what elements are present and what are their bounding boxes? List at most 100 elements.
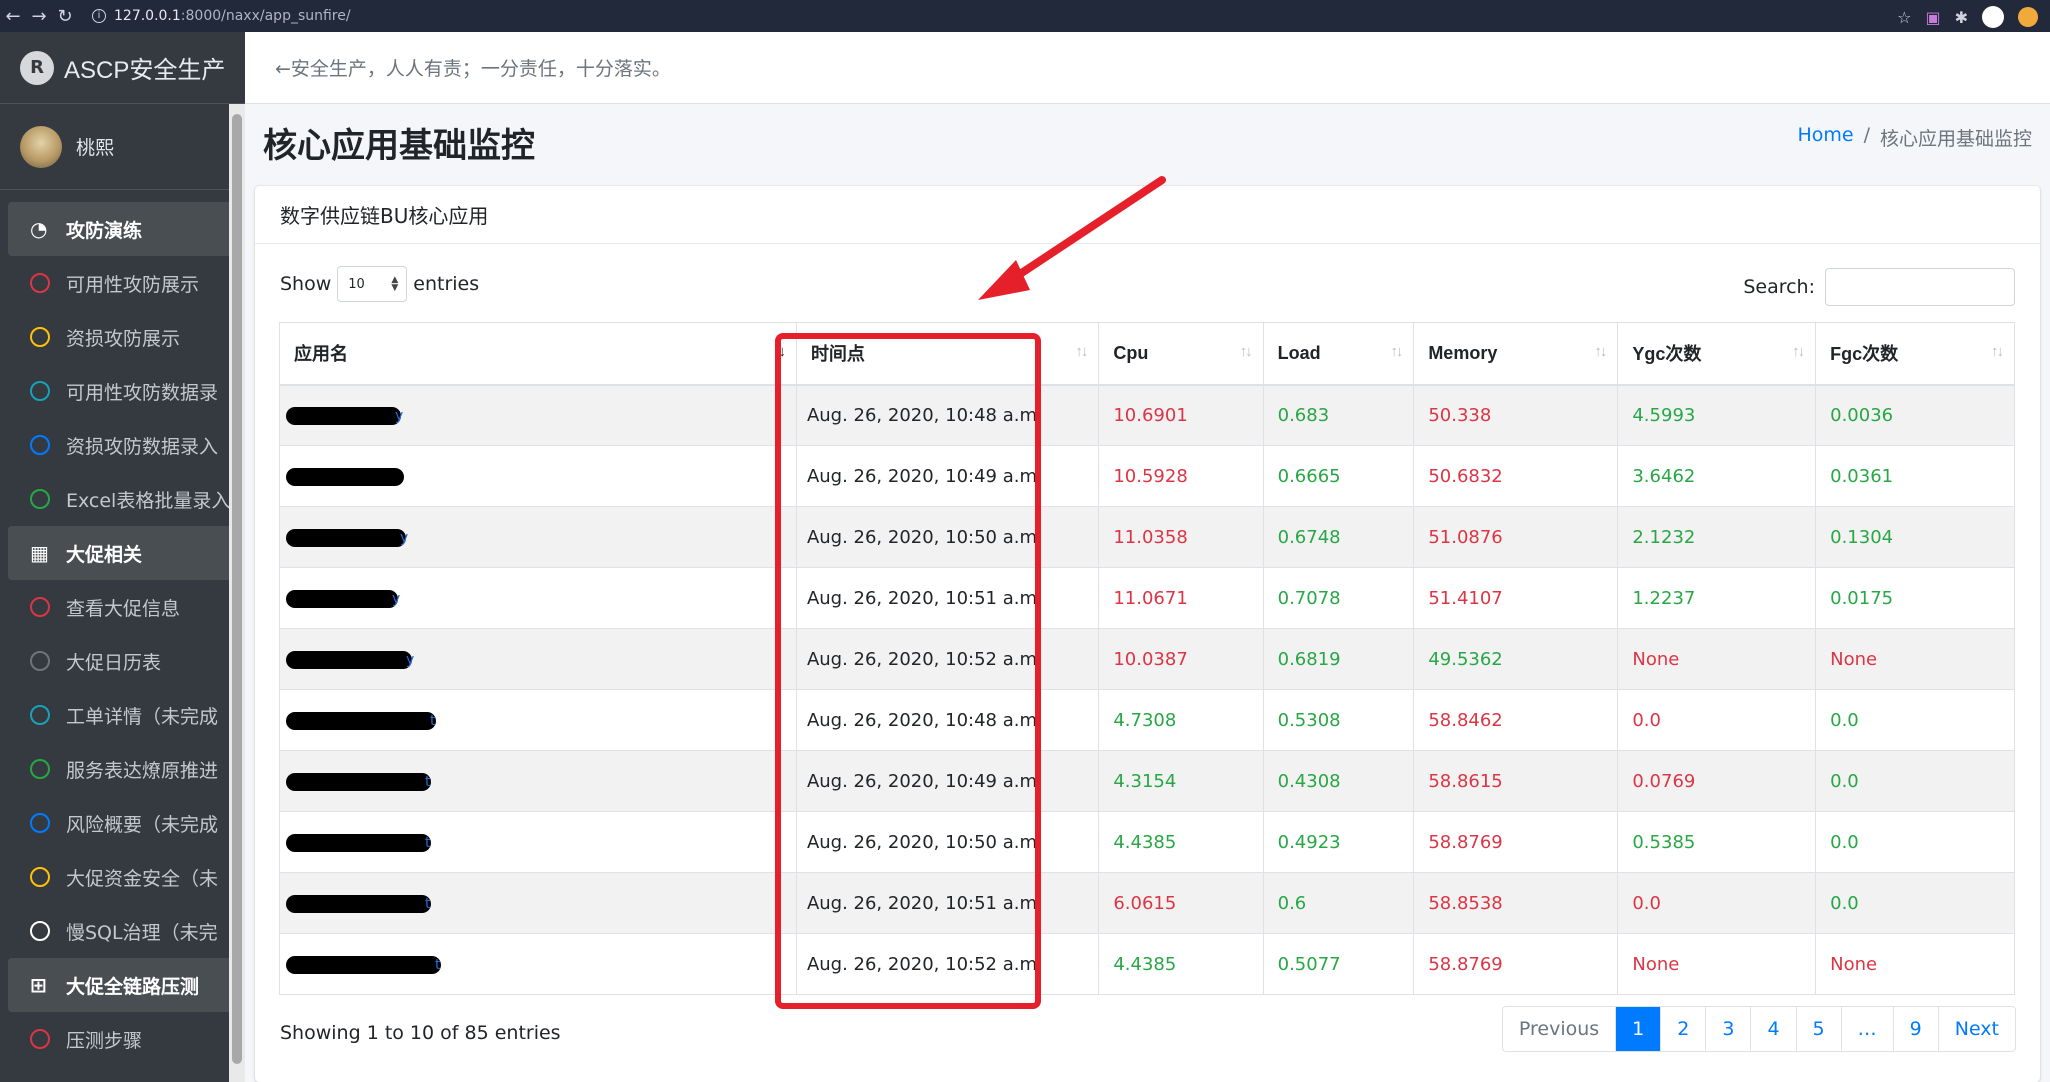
column-header-0[interactable]: 应用名 ↑↓ (279, 322, 797, 386)
app-name-link-tail[interactable]: t (425, 896, 431, 912)
pagination: Previous 1 2 3 4 5… 9 Next (1501, 1006, 2016, 1052)
pagination-page[interactable]: 5 (1795, 1007, 1841, 1051)
circle-icon (30, 921, 50, 941)
sidebar-item-15[interactable]: 压测步骤 (8, 1012, 237, 1066)
memory-cell: 49.5362 (1413, 628, 1619, 690)
redacted-app-name (286, 894, 431, 913)
address-bar[interactable]: i 127.0.0.1:8000/naxx/app_sunfire/ (92, 8, 351, 24)
table-row: y Aug. 26, 2020, 10:50 a.m. 11.0358 0.6748 5… (279, 506, 2015, 568)
time-cell: Aug. 26, 2020, 10:49 a.m. (795, 750, 1100, 812)
column-header-3[interactable]: Load ↑↓ (1262, 322, 1415, 386)
memory-cell: 58.8769 (1413, 811, 1619, 873)
sidebar-item-13[interactable]: 慢SQL治理（未完 (8, 904, 237, 958)
pagination-previous[interactable]: Previous (1503, 1007, 1615, 1051)
pagination-page[interactable]: 1 (1615, 1007, 1661, 1051)
sidebar-item-5[interactable]: Excel表格批量录入 (8, 472, 237, 526)
breadcrumb: Home / 核心应用基础监控 (1797, 124, 2032, 151)
sidebar-item-12[interactable]: 大促资金安全（未 (8, 850, 237, 904)
app-name-cell[interactable]: y (279, 567, 797, 629)
redacted-app-name (286, 772, 431, 791)
app-name-cell[interactable]: y (279, 384, 797, 446)
site-info-icon[interactable]: i (92, 9, 106, 23)
sidebar-item-label: 资损攻防数据录入 (66, 435, 219, 458)
sidebar-item-label: 风险概要（未完成 (66, 813, 219, 836)
sidebar-item-4[interactable]: 资损攻防数据录入 (8, 418, 237, 472)
memory-cell: 50.6832 (1413, 445, 1619, 507)
sidebar-item-2[interactable]: 资损攻防展示 (8, 310, 237, 364)
ygc-cell: None (1617, 933, 1817, 995)
brand-link[interactable]: R ASCP安全生产 (0, 32, 245, 104)
select-caret-icon: ▲ ▼ (391, 275, 399, 293)
load-cell: 0.6748 (1262, 506, 1415, 568)
pagination-page[interactable]: 9 (1892, 1007, 1938, 1051)
back-icon[interactable]: ← (0, 6, 26, 27)
extension-icon[interactable]: ▣ (1925, 8, 1940, 27)
app-name-cell[interactable]: t (279, 750, 797, 812)
app-name-link-tail[interactable]: t (425, 774, 431, 790)
entries-select[interactable]: 10 ▲ ▼ (337, 266, 408, 302)
puzzle-icon[interactable]: ✱ (1955, 8, 1968, 27)
pagination-page: … (1840, 1007, 1893, 1051)
sidebar-section-14[interactable]: ⊞ 大促全链路压测 (8, 958, 237, 1012)
sidebar-section-0[interactable]: ◔ 攻防演练 (8, 202, 237, 256)
breadcrumb-home-link[interactable]: Home (1797, 124, 1853, 151)
app-name-link-tail[interactable]: t (425, 835, 431, 851)
time-cell: Aug. 26, 2020, 10:49 a.m. (795, 445, 1100, 507)
update-icon[interactable] (2018, 7, 2038, 27)
user-panel[interactable]: 桃熙 (0, 104, 245, 190)
column-header-5[interactable]: Ygc次数 ↑↓ (1617, 322, 1817, 386)
app-name-cell[interactable] (279, 445, 797, 507)
pagination-page[interactable]: 3 (1705, 1007, 1750, 1051)
sidebar-item-3[interactable]: 可用性攻防数据录 (8, 364, 237, 418)
length-control: Show 10 ▲ ▼ entries (280, 266, 479, 302)
app-name-link-tail[interactable]: y (395, 408, 403, 424)
circle-icon (30, 813, 50, 833)
url-path: :8000/naxx/app_sunfire/ (180, 8, 351, 24)
sidebar-item-11[interactable]: 风险概要（未完成 (8, 796, 237, 850)
column-header-label: 时间点 (810, 344, 865, 365)
scrollbar-thumb[interactable] (232, 114, 242, 1064)
column-header-4[interactable]: Memory ↑↓ (1413, 322, 1619, 386)
url-host: 127.0.0.1 (114, 8, 181, 24)
app-name-cell[interactable]: y (279, 628, 797, 690)
app-name-cell[interactable]: t (279, 689, 797, 751)
app-name-link-tail[interactable]: y (400, 530, 408, 546)
app-name-cell[interactable]: y (279, 506, 797, 568)
pagination-next[interactable]: Next (1937, 1007, 2015, 1051)
fgc-cell: 0.0 (1815, 689, 2015, 751)
app-name-link-tail[interactable]: t (430, 713, 436, 729)
bookmark-star-icon[interactable]: ☆ (1897, 8, 1911, 27)
app-name-cell[interactable]: t (279, 811, 797, 873)
sidebar-item-label: Excel表格批量录入 (66, 489, 231, 512)
column-header-label: 应用名 (294, 344, 348, 365)
forward-icon[interactable]: → (26, 6, 52, 27)
column-header-2[interactable]: Cpu ↑↓ (1098, 322, 1264, 386)
app-name-cell[interactable]: t (279, 872, 797, 934)
column-header-label: Ygc次数 (1632, 344, 1702, 365)
app-name-link-tail[interactable]: t (435, 957, 441, 973)
sidebar-scrollbar[interactable] (229, 104, 245, 1082)
column-header-1[interactable]: 时间点 ↑↓ (795, 322, 1100, 386)
sidebar-menu: ◔ 攻防演练 可用性攻防展示资损攻防展示可用性攻防数据录资损攻防数据录入 Excel表… (0, 190, 245, 1066)
table-row: t Aug. 26, 2020, 10:52 a.m. 4.4385 0.5077 58… (279, 933, 2015, 995)
reload-icon[interactable]: ↻ (52, 6, 78, 27)
search-input[interactable] (1825, 268, 2015, 306)
fgc-cell: 0.0175 (1815, 567, 2015, 629)
sidebar-item-label: 资损攻防展示 (66, 327, 181, 350)
app-name-link-tail[interactable]: y (392, 591, 400, 607)
sidebar-item-9[interactable]: 工单详情（未完成 (8, 688, 237, 742)
sidebar-section-6[interactable]: ▦ 大促相关 (8, 526, 237, 580)
sidebar-item-1[interactable]: 可用性攻防展示 (8, 256, 237, 310)
time-cell: Aug. 26, 2020, 10:48 a.m. (795, 689, 1100, 751)
pagination-page[interactable]: 4 (1750, 1007, 1795, 1051)
column-header-6[interactable]: Fgc次数 ↑↓ (1815, 322, 2015, 386)
circle-icon (30, 867, 50, 887)
app-name-link-tail[interactable]: y (406, 652, 414, 668)
sidebar-item-10[interactable]: 服务表达燎原推进 (8, 742, 237, 796)
sidebar-item-8[interactable]: 大促日历表 (8, 634, 237, 688)
profile-avatar-icon[interactable] (1982, 6, 2004, 28)
fgc-cell: 0.0 (1815, 811, 2015, 873)
pagination-page[interactable]: 2 (1660, 1007, 1705, 1051)
app-name-cell[interactable]: t (279, 933, 797, 995)
sidebar-item-7[interactable]: 查看大促信息 (8, 580, 237, 634)
